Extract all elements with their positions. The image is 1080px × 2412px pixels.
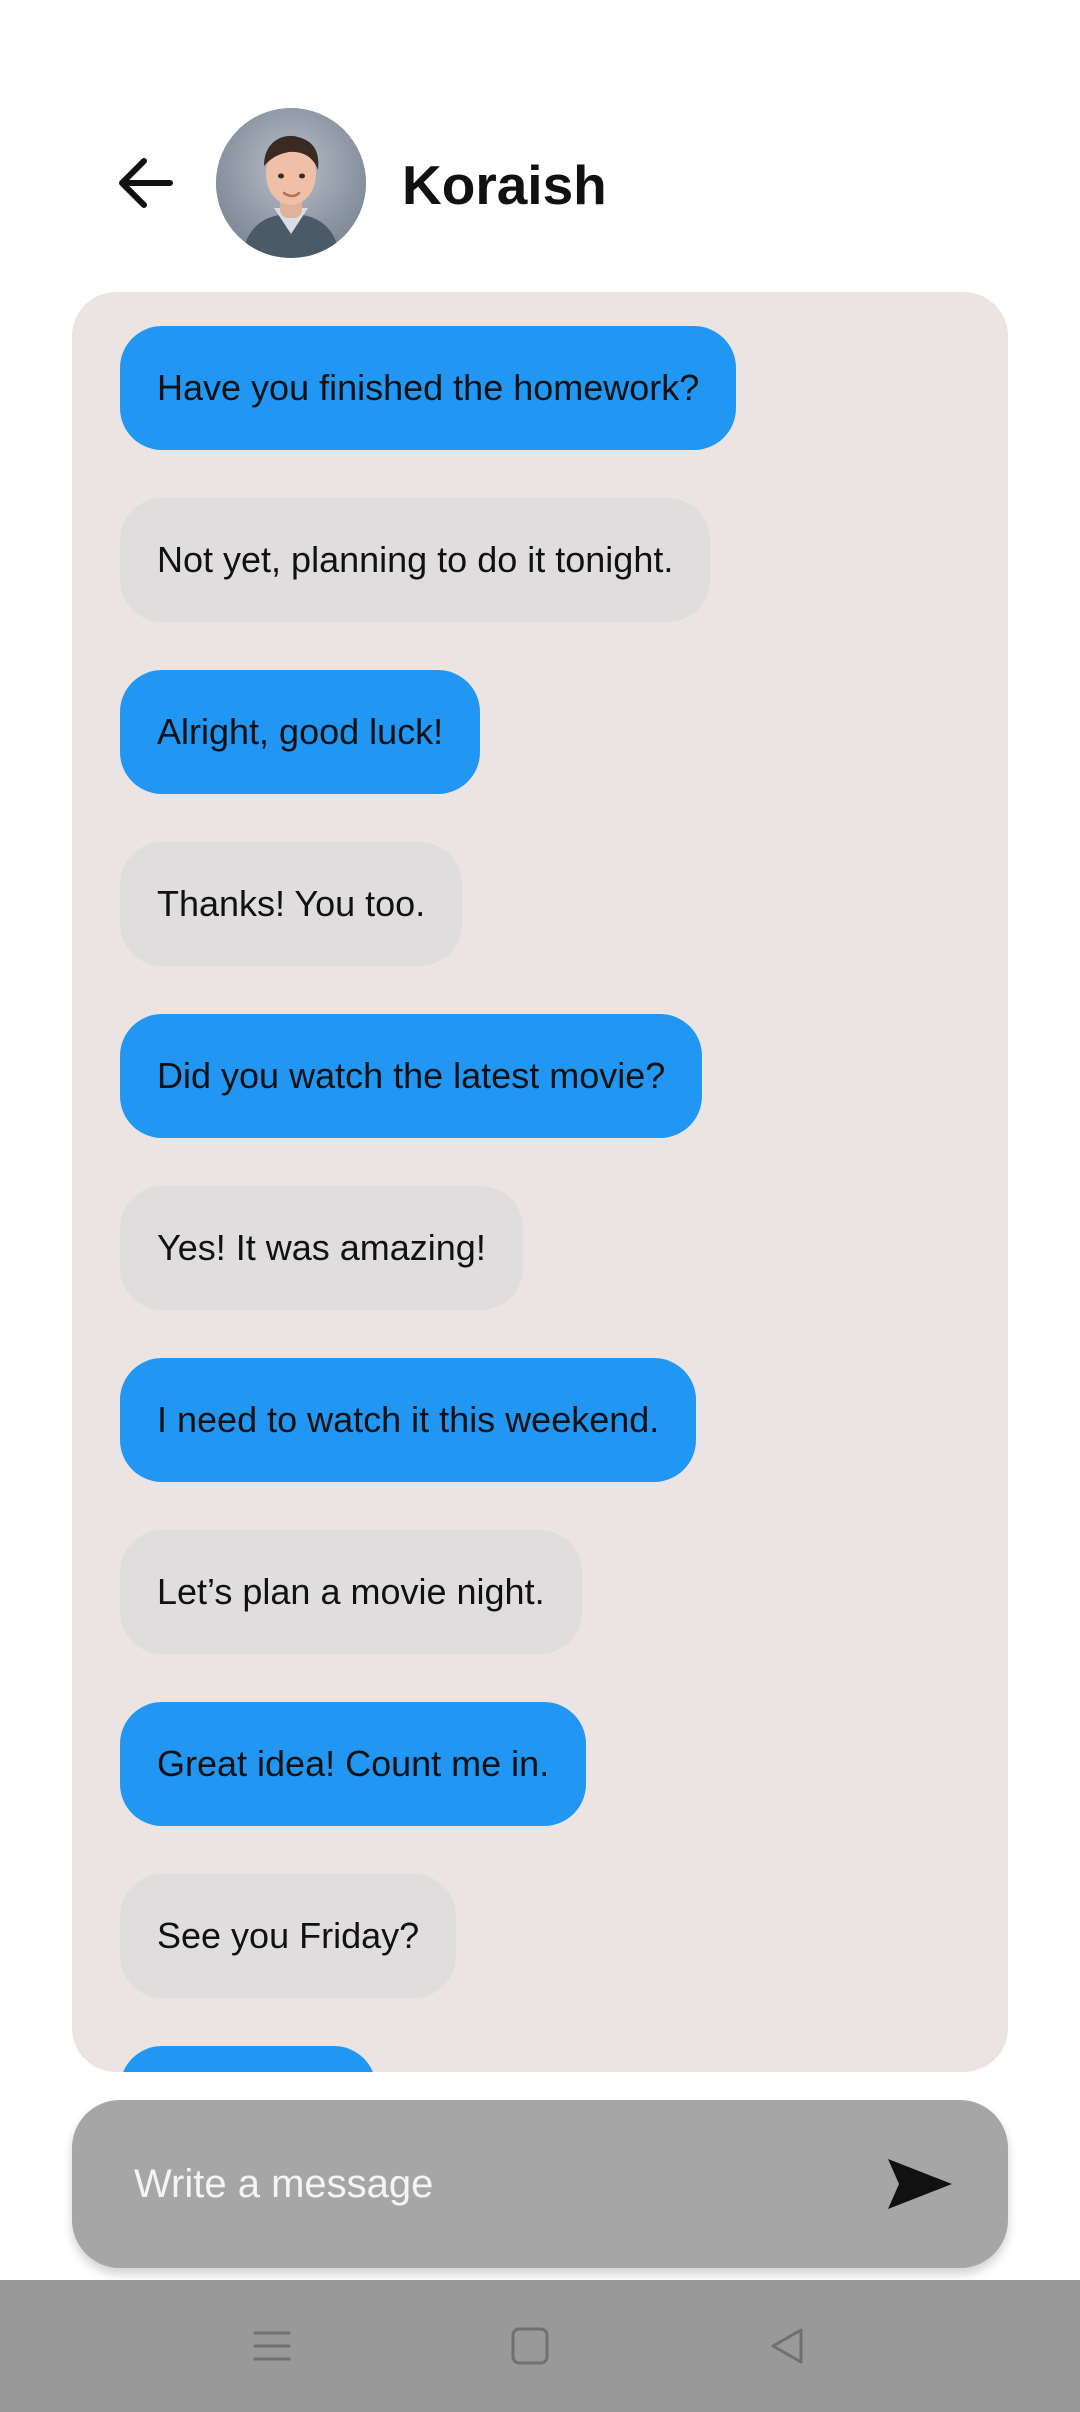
message-list: Have you finished the homework? Not yet,…: [72, 292, 1008, 2072]
message-bubble-sent[interactable]: Great idea! Count me in.: [120, 1702, 587, 1826]
back-triangle-icon: [771, 2328, 803, 2364]
message-bubble-sent[interactable]: [120, 2046, 376, 2072]
menu-icon: [253, 2331, 291, 2361]
nav-back-button[interactable]: [758, 2316, 818, 2376]
message-list-viewport: Have you finished the homework? Not yet,…: [72, 292, 1008, 2072]
message-input[interactable]: [132, 2140, 852, 2228]
message-bubble-sent[interactable]: Did you watch the latest movie?: [120, 1014, 703, 1138]
message-bubble-received[interactable]: See you Friday?: [120, 1874, 457, 1998]
arrow-left-icon: [119, 158, 173, 208]
send-button[interactable]: [880, 2146, 960, 2222]
avatar[interactable]: [216, 108, 366, 258]
send-icon: [888, 2159, 952, 2209]
message-bubble-received[interactable]: Thanks! You too.: [120, 842, 463, 966]
message-bubble-sent[interactable]: I need to watch it this weekend.: [120, 1358, 697, 1482]
message-bubble-received[interactable]: Let’s plan a movie night.: [120, 1530, 582, 1654]
message-bubble-sent[interactable]: Have you finished the homework?: [120, 326, 737, 450]
chat-header: Koraish: [0, 0, 1080, 290]
chat-panel: Have you finished the homework? Not yet,…: [72, 292, 1008, 2072]
home-icon: [511, 2327, 549, 2365]
back-button[interactable]: [108, 150, 180, 216]
contact-avatar-image: [216, 108, 366, 258]
nav-home-button[interactable]: [500, 2316, 560, 2376]
message-bubble-sent[interactable]: Alright, good luck!: [120, 670, 481, 794]
nav-menu-button[interactable]: [242, 2316, 302, 2376]
message-bubble-received[interactable]: Yes! It was amazing!: [120, 1186, 523, 1310]
message-composer: [72, 2100, 1008, 2268]
system-navigation-bar: [0, 2280, 1080, 2412]
contact-name: Koraish: [402, 154, 607, 216]
message-bubble-received[interactable]: Not yet, planning to do it tonight.: [120, 498, 711, 622]
